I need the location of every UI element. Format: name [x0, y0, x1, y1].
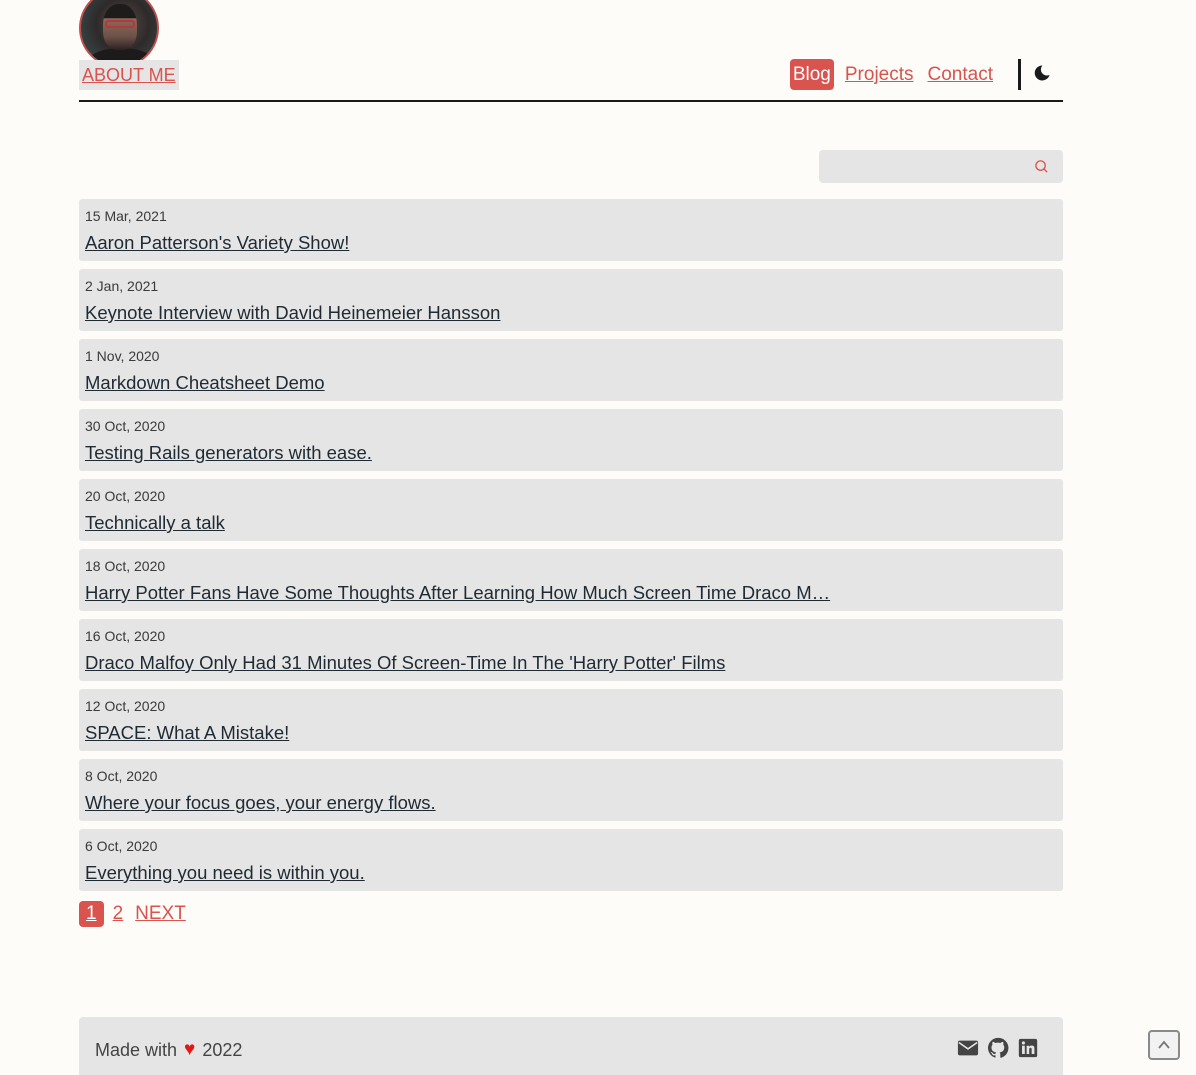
post-date: 1 Nov, 2020 [85, 348, 160, 364]
post-date: 12 Oct, 2020 [85, 698, 166, 714]
page-2-link[interactable]: 2 [110, 901, 127, 927]
theme-toggle[interactable] [1021, 59, 1063, 90]
post-date: 16 Oct, 2020 [85, 628, 166, 644]
post-title-link[interactable]: Everything you need is within you. [85, 862, 851, 884]
search-box [819, 150, 1063, 183]
post-title-link[interactable]: SPACE: What A Mistake! [85, 722, 851, 744]
post-list: 15 Mar, 2021 Aaron Patterson's Variety S… [79, 199, 1063, 899]
next-page-link[interactable]: NEXT [132, 901, 189, 927]
post-title-link[interactable]: Draco Malfoy Only Had 31 Minutes Of Scre… [85, 652, 851, 674]
email-icon[interactable] [957, 1037, 979, 1059]
post-card[interactable]: 18 Oct, 2020 Harry Potter Fans Have Some… [79, 549, 1063, 611]
github-icon[interactable] [987, 1037, 1009, 1059]
avatar-glasses [105, 20, 135, 28]
made-with-text: Made with [95, 1039, 178, 1060]
about-me-link[interactable]: ABOUT ME [79, 60, 179, 90]
post-date: 15 Mar, 2021 [85, 208, 167, 224]
post-date: 2 Jan, 2021 [85, 278, 159, 294]
post-date: 20 Oct, 2020 [85, 488, 166, 504]
back-to-top-button[interactable] [1148, 1030, 1180, 1060]
main-nav: Blog Projects Contact [782, 58, 1063, 90]
post-card[interactable]: 2 Jan, 2021 Keynote Interview with David… [79, 269, 1063, 331]
nav-contact[interactable]: Contact [925, 59, 996, 90]
post-card[interactable]: 8 Oct, 2020 Where your focus goes, your … [79, 759, 1063, 821]
post-date: 8 Oct, 2020 [85, 768, 158, 784]
moon-icon [1034, 64, 1050, 80]
post-card[interactable]: 20 Oct, 2020 Technically a talk [79, 479, 1063, 541]
footer-year: 2022 [202, 1039, 243, 1060]
post-title-link[interactable]: Aaron Patterson's Variety Show! [85, 232, 851, 254]
nav-blog[interactable]: Blog [789, 58, 834, 90]
post-card[interactable]: 15 Mar, 2021 Aaron Patterson's Variety S… [79, 199, 1063, 261]
pagination: 1 2 NEXT [79, 901, 195, 927]
search-icon[interactable] [1034, 159, 1049, 174]
search-input[interactable] [819, 150, 1019, 183]
post-title-link[interactable]: Keynote Interview with David Heinemeier … [85, 302, 851, 324]
page-1-button[interactable]: 1 [79, 901, 104, 927]
post-date: 30 Oct, 2020 [85, 418, 166, 434]
nav-projects[interactable]: Projects [842, 59, 917, 90]
avatar [79, 0, 159, 68]
post-title-link[interactable]: Testing Rails generators with ease. [85, 442, 851, 464]
post-card[interactable]: 16 Oct, 2020 Draco Malfoy Only Had 31 Mi… [79, 619, 1063, 681]
linkedin-icon[interactable] [1017, 1037, 1039, 1059]
post-card[interactable]: 1 Nov, 2020 Markdown Cheatsheet Demo [79, 339, 1063, 401]
heart-icon: ♥ [184, 1039, 196, 1060]
post-date: 6 Oct, 2020 [85, 838, 158, 854]
social-links [957, 1037, 1039, 1059]
post-title-link[interactable]: Where your focus goes, your energy flows… [85, 792, 851, 814]
page-wrapper: ABOUT ME Blog Projects Contact 15 Mar, 2… [79, 0, 1063, 1075]
chevron-up-icon [1158, 1040, 1170, 1049]
post-date: 18 Oct, 2020 [85, 558, 166, 574]
footer-credit: Made with ♥ 2022 [95, 1039, 242, 1061]
post-card[interactable]: 30 Oct, 2020 Testing Rails generators wi… [79, 409, 1063, 471]
site-footer: Made with ♥ 2022 [79, 1017, 1063, 1075]
post-title-link[interactable]: Technically a talk [85, 512, 851, 534]
site-header: ABOUT ME Blog Projects Contact [79, 0, 1063, 102]
post-title-link[interactable]: Harry Potter Fans Have Some Thoughts Aft… [85, 582, 851, 604]
post-card[interactable]: 12 Oct, 2020 SPACE: What A Mistake! [79, 689, 1063, 751]
post-title-link[interactable]: Markdown Cheatsheet Demo [85, 372, 851, 394]
post-card[interactable]: 6 Oct, 2020 Everything you need is withi… [79, 829, 1063, 891]
